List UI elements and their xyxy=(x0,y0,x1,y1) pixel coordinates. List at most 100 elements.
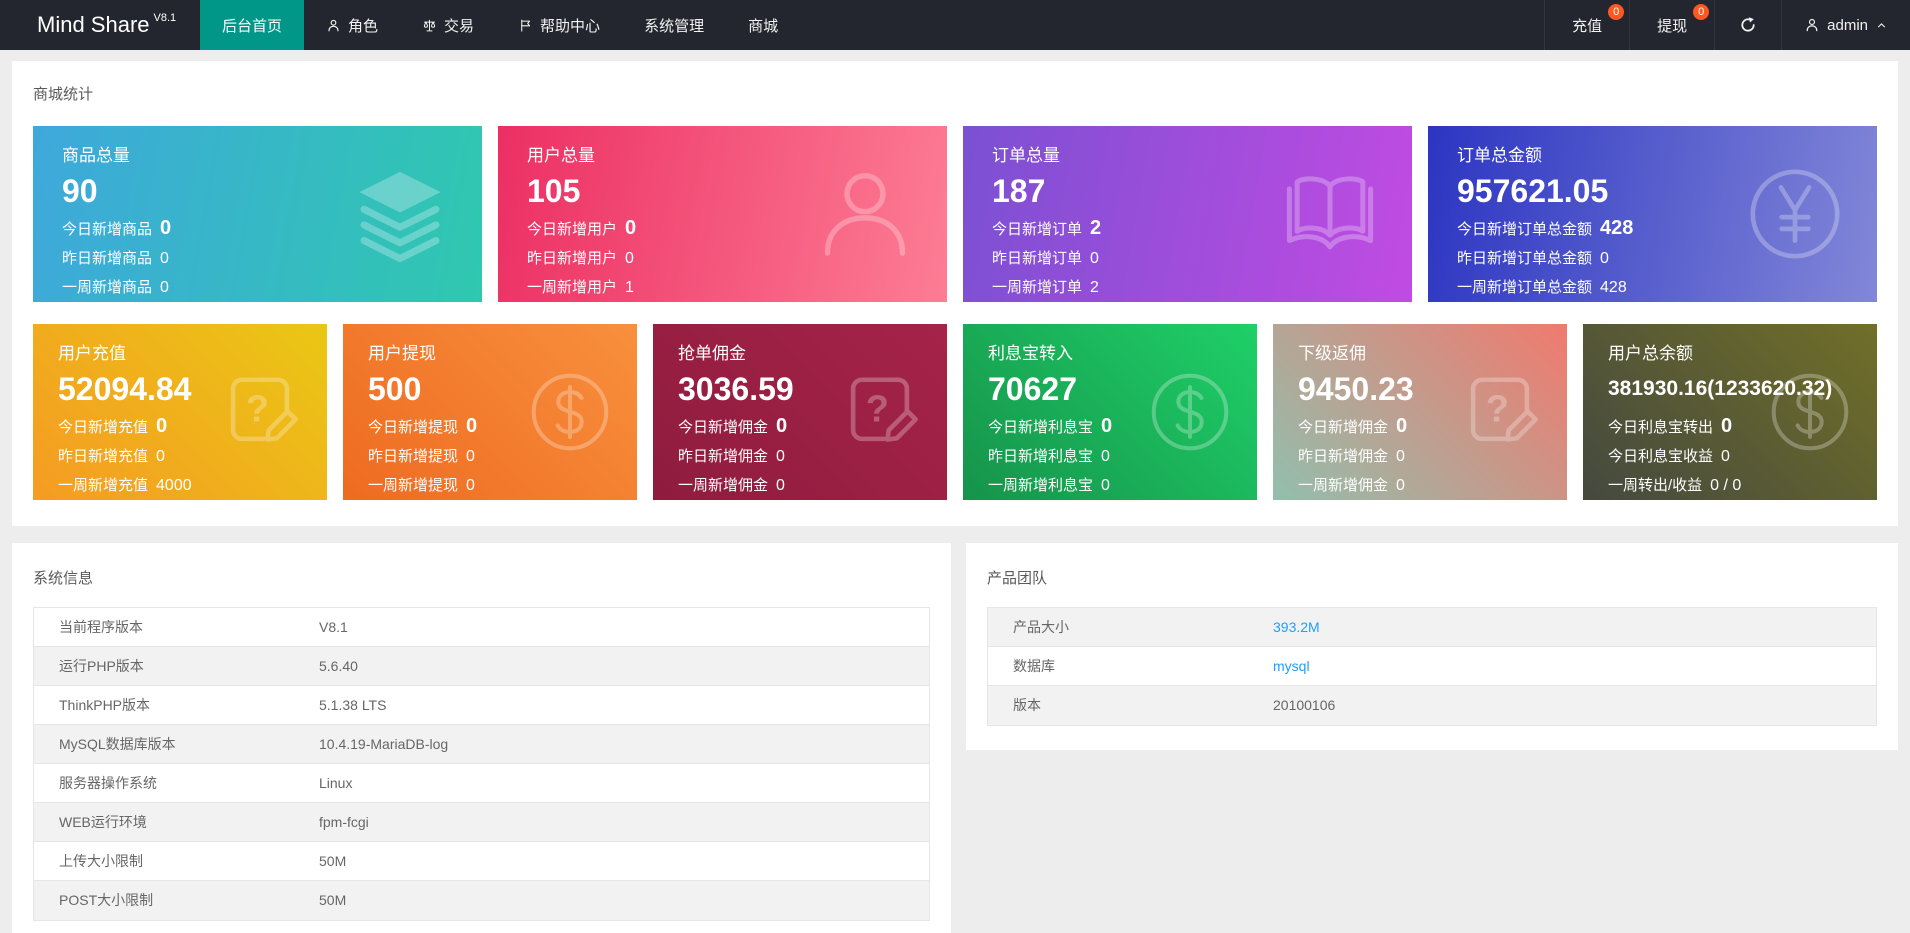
refresh-button[interactable] xyxy=(1714,0,1781,50)
stat-card: 订单总量 187 今日新增订单 2 昨日新增订单 0 一周新增订单 2 xyxy=(963,126,1412,302)
stat-line-label: 昨日新增提现 xyxy=(368,448,459,465)
nav-item-label: 帮助中心 xyxy=(540,17,601,35)
dollar-circle-icon xyxy=(1147,369,1233,455)
svg-text:?: ? xyxy=(1486,387,1509,429)
book-icon xyxy=(1280,164,1380,264)
row-label: POST大小限制 xyxy=(59,892,154,908)
stat-line-label: 今日新增充值 xyxy=(58,419,149,436)
stat-card-line: 一周新增提现 0 xyxy=(368,471,617,500)
doc-question-icon: ? xyxy=(837,369,923,455)
stat-line-number: 0 xyxy=(466,448,475,465)
stat-line-label: 一周新增商品 xyxy=(62,279,153,296)
row-label: 运行PHP版本 xyxy=(59,658,144,674)
stat-line-number: 0 xyxy=(1721,415,1733,437)
stat-line-number: 0 xyxy=(1600,250,1609,267)
row-label: 数据库 xyxy=(1013,658,1055,674)
nav-item[interactable]: 系统管理 xyxy=(622,0,726,50)
stat-card-line: 一周新增订单总金额 428 xyxy=(1457,273,1857,302)
brand-name: Mind Share xyxy=(37,12,150,37)
stat-line-number: 0 xyxy=(1396,477,1405,494)
stat-card-title: 订单总金额 xyxy=(1457,146,1542,165)
stat-card-title: 用户总量 xyxy=(527,146,595,165)
row-value-link[interactable]: mysql xyxy=(1273,647,1876,685)
row-value: 10.4.19-MariaDB-log xyxy=(319,736,449,752)
stat-card: 用户总量 105 今日新增用户 0 昨日新增用户 0 一周新增用户 1 xyxy=(498,126,947,302)
stat-line-number: 0 xyxy=(1090,250,1099,267)
stat-line-number: 0 xyxy=(1396,448,1405,465)
stat-line-number: 4000 xyxy=(156,477,192,494)
stat-line-label: 昨日新增利息宝 xyxy=(988,448,1094,465)
person-icon xyxy=(815,164,915,264)
table-row: MySQL数据库版本 10.4.19-MariaDB-log xyxy=(34,725,929,764)
row-value: V8.1 xyxy=(319,619,348,635)
row-label: ThinkPHP版本 xyxy=(59,697,151,713)
stats-panel: 商城统计 商品总量 90 今日新增商品 0 昨日新增商品 0 一周新增商品 0 … xyxy=(12,61,1898,526)
nav-action-label: 提现 xyxy=(1657,17,1688,35)
stat-card: 用户提现 500 今日新增提现 0 昨日新增提现 0 一周新增提现 0 xyxy=(343,324,637,500)
stat-line-label: 今日新增提现 xyxy=(368,419,459,436)
bottom-section: 系统信息 当前程序版本 V8.1 运行PHP版本 5.6.40 ThinkPHP… xyxy=(12,543,1898,933)
stat-line-label: 一周新增利息宝 xyxy=(988,477,1094,494)
row-label: WEB运行环境 xyxy=(59,814,147,830)
stat-line-label: 一周新增佣金 xyxy=(1298,477,1389,494)
dollar-circle-icon xyxy=(527,369,613,455)
stat-line-number: 0 xyxy=(1721,448,1730,465)
stat-line-number: 0 xyxy=(160,250,169,267)
stat-line-number: 0 xyxy=(466,477,475,494)
row-label: 版本 xyxy=(1013,697,1041,713)
nav-item[interactable]: 帮助中心 xyxy=(496,0,622,50)
brand[interactable]: Mind Share V8.1 xyxy=(0,0,200,50)
stat-line-label: 今日新增订单总金额 xyxy=(1457,221,1593,238)
stat-line-number: 0 xyxy=(776,415,788,437)
table-row: ThinkPHP版本 5.1.38 LTS xyxy=(34,686,929,725)
stat-line-label: 一周新增提现 xyxy=(368,477,459,494)
username: admin xyxy=(1827,16,1868,34)
nav-action[interactable]: 充值 0 xyxy=(1544,0,1629,50)
stat-card: 商品总量 90 今日新增商品 0 昨日新增商品 0 一周新增商品 0 xyxy=(33,126,482,302)
stat-card-title: 利息宝转入 xyxy=(988,344,1073,363)
user-menu[interactable]: admin xyxy=(1781,0,1910,50)
stat-line-number: 0 / 0 xyxy=(1710,477,1742,494)
row-value: 5.1.38 LTS xyxy=(319,697,387,713)
person-icon xyxy=(1804,17,1820,33)
stats-row-2: 用户充值 52094.84 今日新增充值 0 昨日新增充值 0 一周新增充值 4… xyxy=(33,324,1877,500)
row-value-link[interactable]: 393.2M xyxy=(1273,608,1876,646)
nav-action[interactable]: 提现 0 xyxy=(1629,0,1714,50)
stat-card: 订单总金额 957621.05 今日新增订单总金额 428 昨日新增订单总金额 … xyxy=(1428,126,1877,302)
table-row: 运行PHP版本 5.6.40 xyxy=(34,647,929,686)
stat-line-number: 0 xyxy=(1101,415,1113,437)
stat-line-label: 今日新增佣金 xyxy=(1298,419,1389,436)
stat-card: 下级返佣 9450.23 今日新增佣金 0 昨日新增佣金 0 一周新增佣金 0 … xyxy=(1273,324,1567,500)
nav-item[interactable]: 交易 xyxy=(400,0,496,50)
product-team-title: 产品团队 xyxy=(987,570,1048,587)
layers-icon xyxy=(350,164,450,264)
nav-item[interactable]: 后台首页 xyxy=(200,0,305,50)
row-value: 5.6.40 xyxy=(319,658,358,674)
stat-line-label: 昨日新增佣金 xyxy=(678,448,769,465)
stat-card: 用户充值 52094.84 今日新增充值 0 昨日新增充值 0 一周新增充值 4… xyxy=(33,324,327,500)
dollar-circle-icon xyxy=(1767,369,1853,455)
nav-item[interactable]: 角色 xyxy=(304,0,400,50)
row-value: Linux xyxy=(319,775,353,791)
stat-line-label: 昨日新增订单 xyxy=(992,250,1083,267)
nav-item-label: 后台首页 xyxy=(222,17,283,35)
stat-line-label: 昨日新增订单总金额 xyxy=(1457,250,1593,267)
stat-line-number: 0 xyxy=(625,250,634,267)
nav-action-label: 充值 xyxy=(1572,17,1603,35)
stat-card-line: 一周新增用户 1 xyxy=(527,273,927,302)
stat-card-line: 一周新增充值 4000 xyxy=(58,471,307,500)
stat-line-number: 0 xyxy=(156,448,165,465)
chevron-up-icon xyxy=(1875,19,1888,32)
stat-card-line: 一周新增利息宝 0 xyxy=(988,471,1237,500)
stats-panel-title: 商城统计 xyxy=(33,86,94,103)
stat-line-number: 0 xyxy=(776,448,785,465)
table-row: 当前程序版本 V8.1 xyxy=(34,608,929,647)
stat-card: 利息宝转入 70627 今日新增利息宝 0 昨日新增利息宝 0 一周新增利息宝 … xyxy=(963,324,1257,500)
stat-card-title: 抢单佣金 xyxy=(678,344,746,363)
refresh-icon xyxy=(1739,16,1757,34)
row-label: 上传大小限制 xyxy=(59,853,143,869)
main-content: 商城统计 商品总量 90 今日新增商品 0 昨日新增商品 0 一周新增商品 0 … xyxy=(0,50,1910,933)
stat-card-line: 一周转出/收益 0 / 0 xyxy=(1608,471,1857,500)
nav-item[interactable]: 商城 xyxy=(726,0,800,50)
stats-row-1: 商品总量 90 今日新增商品 0 昨日新增商品 0 一周新增商品 0 用户总量 … xyxy=(33,126,1877,302)
